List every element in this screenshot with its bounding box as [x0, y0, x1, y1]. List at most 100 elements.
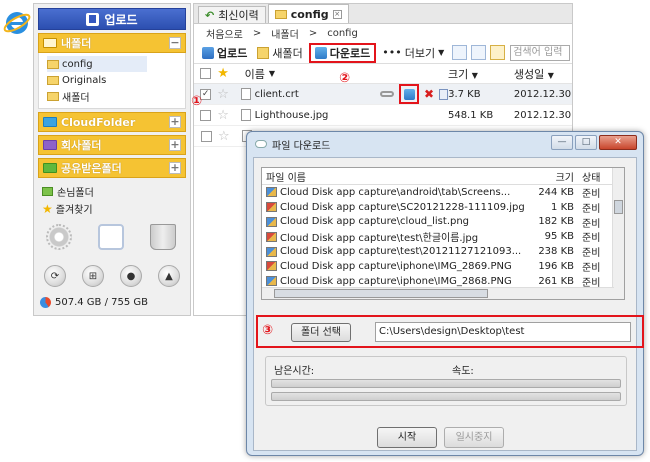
upload-button[interactable]: 업로드 [38, 8, 186, 30]
column-name[interactable]: 이름 ▼ [237, 66, 381, 82]
properties-icon[interactable] [439, 88, 449, 100]
sync-icon[interactable]: ⟳ [44, 265, 66, 287]
file-size: 182 KB [538, 216, 574, 228]
upload-label: 업로드 [104, 12, 138, 27]
table-row[interactable]: ☆ Lighthouse.jpg 548.1 KB 2012.12.30 [194, 105, 572, 126]
tab-config[interactable]: config × [267, 4, 349, 23]
column-status[interactable]: 상태 [582, 169, 614, 184]
tree-item-config[interactable]: config [47, 56, 147, 72]
settings-gear-icon[interactable] [46, 224, 72, 250]
file-status: 준비 [582, 233, 601, 245]
column-size[interactable]: 크기 [524, 169, 582, 184]
star-outline-icon[interactable]: ☆ [217, 108, 236, 123]
section-cloud-folder[interactable]: CloudFolder + [38, 112, 186, 132]
android-icon[interactable]: ▲ [158, 265, 180, 287]
pause-button[interactable]: 일시중지 [444, 427, 504, 448]
file-icon [240, 109, 251, 121]
file-row[interactable]: Cloud Disk app capture\cloud_list.png 182… [262, 215, 624, 230]
annotation-badge-2: ② [339, 71, 351, 86]
file-name: Cloud Disk app capture\test\한글이름.jpg [280, 233, 479, 245]
row-checkbox[interactable] [200, 109, 212, 121]
section-company-folder[interactable]: 회사폴더 + [38, 135, 186, 155]
company-folder-icon [43, 140, 57, 150]
tab-label: config [290, 7, 329, 21]
expand-icon[interactable]: + [169, 139, 181, 151]
tab-history[interactable]: ↶ 최신이력 [198, 6, 266, 23]
row-actions: ✖ [380, 84, 449, 104]
section-my-folder[interactable]: 내폴더 − [38, 33, 186, 53]
vertical-scrollbar[interactable] [612, 168, 624, 299]
collapse-icon[interactable]: − [169, 37, 181, 49]
file-row[interactable]: Cloud Disk app capture\test\한글이름.jpg 95 K… [262, 229, 624, 244]
search-window-icon[interactable] [98, 224, 124, 250]
annotation-badge-3: ③ [262, 323, 274, 338]
close-tab-icon[interactable]: × [332, 9, 342, 19]
table-row[interactable]: ✓ ☆ client.crt ✖ 3.7 KB 2012.12.30 [194, 84, 572, 105]
star-outline-icon[interactable]: ☆ [217, 87, 236, 102]
detail-view-icon[interactable] [471, 45, 487, 60]
list-view-icon[interactable] [452, 45, 468, 60]
file-row[interactable]: Cloud Disk app capture\SC20121228-111109… [262, 200, 624, 215]
column-date[interactable]: 생성일 ▼ [514, 66, 572, 82]
link-icon[interactable] [380, 91, 395, 97]
folder-icon [47, 75, 59, 85]
remaining-time-label: 남은시간: [274, 366, 315, 377]
breadcrumb-home[interactable]: 처음으로 [206, 26, 243, 41]
delete-icon[interactable]: ✖ [424, 87, 434, 101]
file-row[interactable]: Cloud Disk app capture\iphone\IMG_2869.P… [262, 259, 624, 274]
apple-icon[interactable]: ● [120, 265, 142, 287]
tree-item-label: Originals [62, 74, 107, 86]
windows-icon[interactable]: ⊞ [82, 265, 104, 287]
favorites-item[interactable]: ★ 즐겨찾기 [42, 201, 184, 217]
tree-item-new-folder[interactable]: 새폴더 [47, 88, 185, 104]
horizontal-scrollbar[interactable] [262, 287, 614, 299]
image-file-icon [266, 202, 277, 213]
file-row[interactable]: Cloud Disk app capture\test\201211271210… [262, 244, 624, 259]
close-icon[interactable]: ✕ [599, 135, 637, 150]
row-checkbox[interactable] [200, 130, 212, 142]
shared-folder-icon [43, 163, 57, 173]
scroll-thumb[interactable] [274, 289, 488, 298]
folder-view-icon[interactable] [490, 45, 506, 60]
column-file-name[interactable]: 파일 이름 [262, 169, 524, 184]
toolbar-new-folder-button[interactable]: 새폴더 [253, 43, 306, 63]
maximize-icon[interactable]: □ [575, 135, 597, 150]
star-outline-icon[interactable]: ☆ [218, 129, 238, 144]
cloud-folder-icon [43, 117, 57, 127]
select-all-checkbox[interactable] [200, 68, 212, 79]
download-icon [314, 46, 327, 59]
back-arrow-icon: ↶ [205, 8, 215, 22]
progress-group: 남은시간: 속도: [265, 356, 627, 406]
file-name-cell[interactable]: Lighthouse.jpg [237, 109, 381, 121]
file-size: 244 KB [538, 186, 574, 198]
guest-folder-item[interactable]: 손님폴더 [42, 184, 184, 199]
star-icon: ★ [217, 66, 229, 81]
folder-select-button[interactable]: 폴더 선택 [291, 323, 351, 342]
start-button[interactable]: 시작 [377, 427, 437, 448]
scroll-thumb[interactable] [614, 200, 623, 214]
toolbar-upload-button[interactable]: 업로드 [198, 43, 251, 63]
row-download-button[interactable] [399, 84, 420, 104]
trash-icon[interactable] [150, 224, 176, 250]
download-icon [403, 88, 415, 100]
toolbar-new-folder-label: 새폴더 [272, 46, 303, 60]
section-shared-folder[interactable]: 공유받은폴더 + [38, 158, 186, 178]
file-name-cell[interactable]: client.crt [237, 88, 380, 100]
column-size[interactable]: 크기 ▼ [448, 66, 514, 82]
tree-item-label: config [62, 58, 93, 70]
toolbar-download-button[interactable]: 다운로드 [308, 42, 377, 63]
breadcrumb-my-folder[interactable]: 내폴더 [271, 26, 299, 41]
expand-icon[interactable]: + [169, 162, 181, 174]
file-name-cell: Cloud Disk app capture\cloud_list.png [262, 216, 524, 227]
minimize-icon[interactable]: — [551, 135, 573, 150]
search-input[interactable]: 검색어 입력 [510, 44, 571, 61]
section-label: CloudFolder [61, 115, 136, 129]
toolbar-more-button[interactable]: ••• 더보기 ▼ [378, 43, 448, 63]
folder-path-field[interactable]: C:\Users\design\Desktop\test [375, 322, 631, 342]
image-file-icon [266, 276, 277, 287]
tree-item-originals[interactable]: Originals [47, 72, 185, 88]
expand-icon[interactable]: + [169, 116, 181, 128]
download-file-list: 파일 이름 크기 상태 Cloud Disk app capture\andro… [261, 167, 625, 300]
file-status: 준비 [582, 262, 601, 274]
file-row[interactable]: Cloud Disk app capture\android\tab\Scree… [262, 185, 624, 200]
